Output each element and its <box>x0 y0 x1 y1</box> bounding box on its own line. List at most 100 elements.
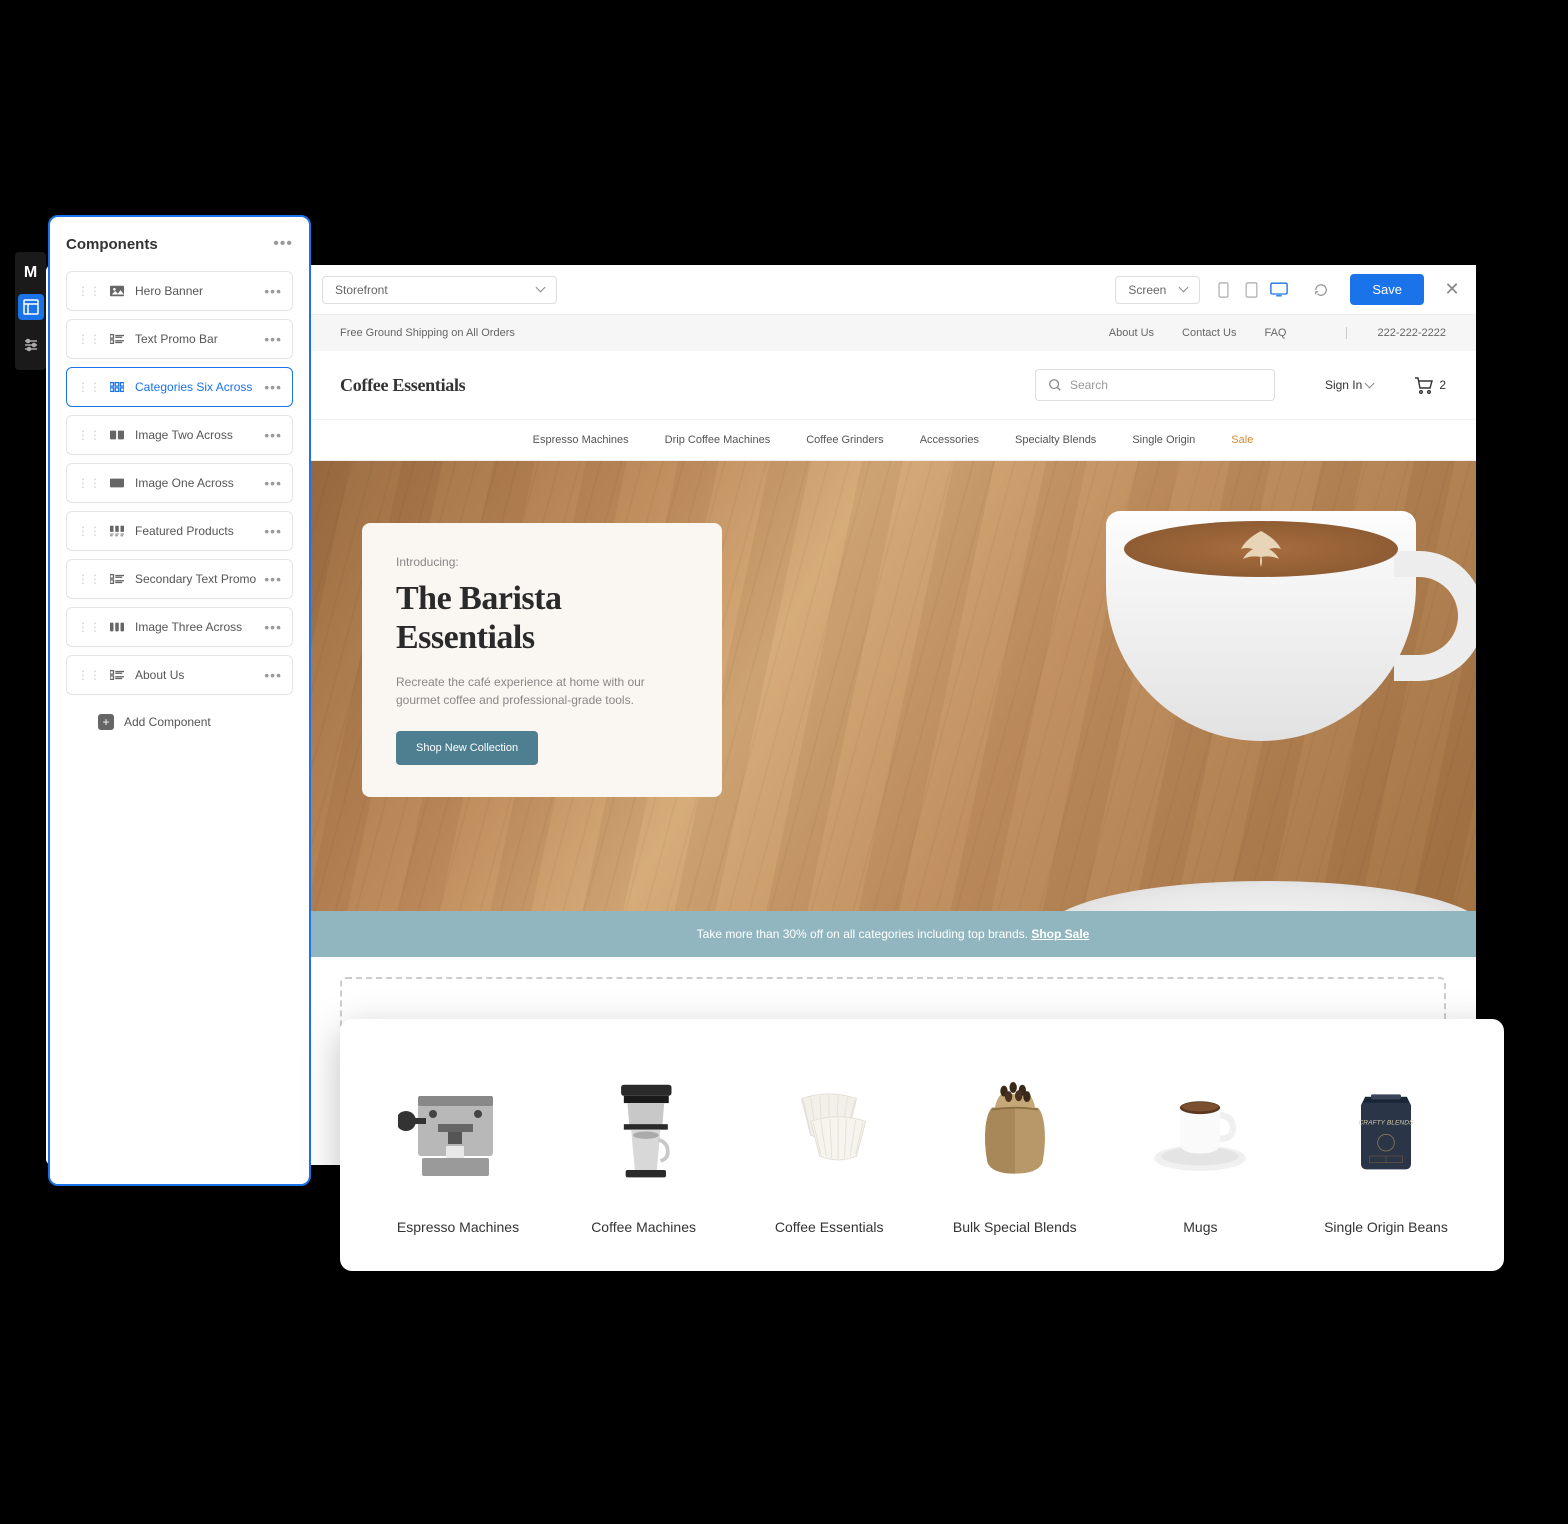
nav-drip[interactable]: Drip Coffee Machines <box>665 434 771 446</box>
drag-handle-icon[interactable]: ⋮⋮ <box>77 428 101 442</box>
nav-grinders[interactable]: Coffee Grinders <box>806 434 883 446</box>
featured-icon <box>109 523 125 539</box>
category-coffee-machines[interactable]: Coffee Machines <box>564 1061 724 1235</box>
screen-select[interactable]: Screen <box>1115 276 1200 304</box>
drag-handle-icon[interactable]: ⋮⋮ <box>77 380 101 394</box>
icon-sidebar: M <box>15 252 46 370</box>
coffee-package-image: CRAFTY BLENDS <box>1321 1061 1451 1191</box>
desktop-icon[interactable] <box>1270 281 1288 299</box>
search-input[interactable]: Search <box>1035 369 1275 401</box>
about-link[interactable]: About Us <box>1109 327 1154 339</box>
save-button[interactable]: Save <box>1350 274 1424 305</box>
panel-more-icon[interactable]: ••• <box>273 235 293 253</box>
coffee-filter-image <box>764 1061 894 1191</box>
item-more-icon[interactable]: ••• <box>264 523 282 539</box>
item-more-icon[interactable]: ••• <box>264 619 282 635</box>
svg-text:CRAFTY BLENDS: CRAFTY BLENDS <box>1358 1119 1414 1126</box>
nav-origin[interactable]: Single Origin <box>1132 434 1195 446</box>
drag-handle-icon[interactable]: ⋮⋮ <box>77 332 101 346</box>
item-more-icon[interactable]: ••• <box>264 379 282 395</box>
storefront-label: Storefront <box>335 283 388 297</box>
category-label: Single Origin Beans <box>1324 1219 1448 1235</box>
plus-icon: + <box>98 714 114 730</box>
item-more-icon[interactable]: ••• <box>264 475 282 491</box>
image-three-icon <box>109 619 125 635</box>
nav-sale[interactable]: Sale <box>1231 434 1253 446</box>
drag-handle-icon[interactable]: ⋮⋮ <box>77 572 101 586</box>
refresh-button[interactable] <box>1306 275 1336 305</box>
faq-link[interactable]: FAQ <box>1264 327 1286 339</box>
hero-cta-button[interactable]: Shop New Collection <box>396 731 538 765</box>
chevron-down-icon <box>1179 283 1189 293</box>
text-promo-icon <box>109 331 125 347</box>
chevron-down-icon <box>536 283 546 293</box>
search-placeholder: Search <box>1070 378 1108 392</box>
hero-title: The Barista Essentials <box>396 579 688 657</box>
contact-link[interactable]: Contact Us <box>1182 327 1236 339</box>
item-more-icon[interactable]: ••• <box>264 571 282 587</box>
category-label: Coffee Essentials <box>775 1219 884 1235</box>
component-text-promo[interactable]: ⋮⋮ Text Promo Bar ••• <box>66 319 293 359</box>
hero-banner: Introducing: The Barista Essentials Recr… <box>310 461 1476 911</box>
utility-bar: Free Ground Shipping on All Orders About… <box>310 315 1476 351</box>
category-espresso-machines[interactable]: Espresso Machines <box>378 1061 538 1235</box>
component-image-one[interactable]: ⋮⋮ Image One Across ••• <box>66 463 293 503</box>
category-label: Espresso Machines <box>397 1219 519 1235</box>
cart-button[interactable]: 2 <box>1413 376 1446 394</box>
item-more-icon[interactable]: ••• <box>264 283 282 299</box>
storefront-select[interactable]: Storefront <box>322 276 557 304</box>
screen-label: Screen <box>1128 283 1166 297</box>
component-categories-six[interactable]: ⋮⋮ Categories Six Across ••• <box>66 367 293 407</box>
drag-handle-icon[interactable]: ⋮⋮ <box>77 620 101 634</box>
promo-text: Take more than 30% off on all categories… <box>697 927 1032 941</box>
cart-icon <box>1413 376 1433 394</box>
sidebar-settings-icon[interactable] <box>18 332 44 358</box>
category-bulk-blends[interactable]: Bulk Special Blends <box>935 1061 1095 1235</box>
mug-image <box>1135 1061 1265 1191</box>
nav-blends[interactable]: Specialty Blends <box>1015 434 1096 446</box>
component-image-three[interactable]: ⋮⋮ Image Three Across ••• <box>66 607 293 647</box>
hero-card: Introducing: The Barista Essentials Recr… <box>362 523 722 797</box>
category-single-origin[interactable]: CRAFTY BLENDS Single Origin Beans <box>1306 1061 1466 1235</box>
nav-espresso[interactable]: Espresso Machines <box>533 434 629 446</box>
hero-banner-icon <box>109 283 125 299</box>
tablet-icon[interactable] <box>1242 281 1260 299</box>
component-image-two[interactable]: ⋮⋮ Image Two Across ••• <box>66 415 293 455</box>
component-secondary-promo[interactable]: ⋮⋮ Secondary Text Promo ••• <box>66 559 293 599</box>
signin-button[interactable]: Sign In <box>1325 378 1373 392</box>
secondary-promo-icon <box>109 571 125 587</box>
promo-bar: Take more than 30% off on all categories… <box>310 911 1476 957</box>
hero-desc: Recreate the café experience at home wit… <box>396 673 688 709</box>
item-more-icon[interactable]: ••• <box>264 331 282 347</box>
category-mugs[interactable]: Mugs <box>1120 1061 1280 1235</box>
category-coffee-essentials[interactable]: Coffee Essentials <box>749 1061 909 1235</box>
image-two-icon <box>109 427 125 443</box>
drag-handle-icon[interactable]: ⋮⋮ <box>77 668 101 682</box>
add-component-button[interactable]: + Add Component <box>66 703 293 741</box>
search-icon <box>1048 378 1062 392</box>
category-label: Coffee Machines <box>591 1219 696 1235</box>
components-panel: Components ••• ⋮⋮ Hero Banner ••• ⋮⋮ Tex… <box>48 215 311 1186</box>
drag-handle-icon[interactable]: ⋮⋮ <box>77 284 101 298</box>
coffee-bag-image <box>950 1061 1080 1191</box>
mobile-icon[interactable] <box>1214 281 1232 299</box>
image-one-icon <box>109 475 125 491</box>
component-about-us[interactable]: ⋮⋮ About Us ••• <box>66 655 293 695</box>
drag-handle-icon[interactable]: ⋮⋮ <box>77 476 101 490</box>
promo-link[interactable]: Shop Sale <box>1031 927 1089 941</box>
component-hero-banner[interactable]: ⋮⋮ Hero Banner ••• <box>66 271 293 311</box>
component-featured-products[interactable]: ⋮⋮ Featured Products ••• <box>66 511 293 551</box>
category-label: Bulk Special Blends <box>953 1219 1077 1235</box>
item-more-icon[interactable]: ••• <box>264 427 282 443</box>
drag-handle-icon[interactable]: ⋮⋮ <box>77 524 101 538</box>
phone-text: 222-222-2222 <box>1346 327 1446 339</box>
category-label: Mugs <box>1183 1219 1217 1235</box>
chevron-down-icon <box>1365 378 1375 388</box>
item-more-icon[interactable]: ••• <box>264 667 282 683</box>
nav-accessories[interactable]: Accessories <box>920 434 979 446</box>
editor-toolbar: Storefront Screen Save ✕ <box>310 265 1476 315</box>
close-button[interactable]: ✕ <box>1442 280 1462 300</box>
site-header: Coffee Essentials Search Sign In 2 <box>310 351 1476 419</box>
site-logo[interactable]: Coffee Essentials <box>340 375 465 396</box>
sidebar-layout-icon[interactable] <box>18 294 44 320</box>
